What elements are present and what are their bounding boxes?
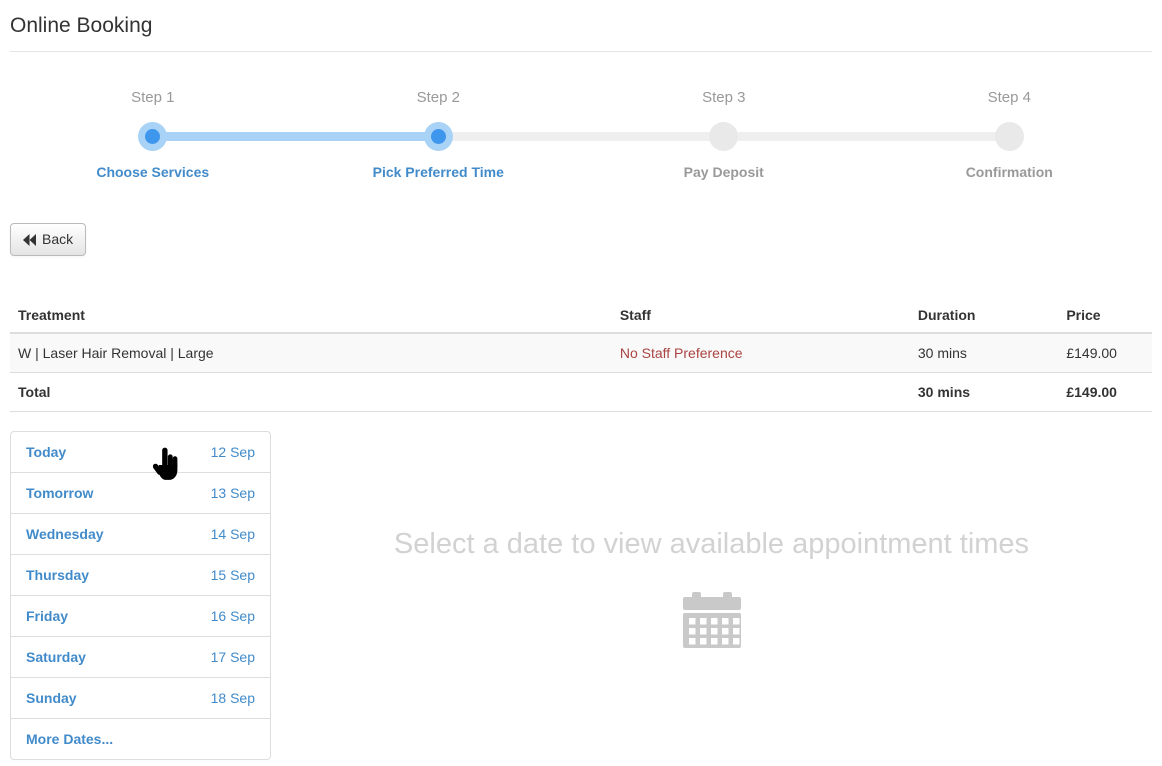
progress-segment-2 (438, 132, 724, 141)
step-title-pick-preferred-time: Pick Preferred Time (296, 164, 582, 180)
column-header-treatment: Treatment (10, 298, 612, 333)
date-value-label: 14 Sep (211, 526, 255, 542)
treatment-cell: W | Laser Hair Removal | Large (10, 333, 612, 373)
step-title-pay-deposit: Pay Deposit (581, 164, 867, 180)
step-dot-pick-preferred-time (424, 122, 453, 151)
duration-cell: 30 mins (910, 333, 1058, 373)
date-list: Today 12 Sep Tomorrow 13 Sep Wednesday 14 Sep… (10, 431, 271, 760)
date-day-label: Sunday (26, 690, 77, 706)
step-number-label: Step 1 (10, 89, 296, 106)
step-dot-confirmation (995, 122, 1024, 151)
page-title: Online Booking (10, 0, 1152, 38)
back-button-label: Back (42, 230, 73, 249)
date-row-sunday[interactable]: Sunday 18 Sep (11, 677, 270, 718)
step-title-choose-services: Choose Services (10, 164, 296, 180)
date-row-thursday[interactable]: Thursday 15 Sep (11, 554, 270, 595)
date-value-label: 13 Sep (211, 485, 255, 501)
staff-cell: No Staff Preference (612, 333, 910, 373)
date-day-label: Tomorrow (26, 485, 93, 501)
step-title-confirmation: Confirmation (867, 164, 1153, 180)
total-price-cell: £149.00 (1058, 373, 1152, 412)
price-cell: £149.00 (1058, 333, 1152, 373)
date-value-label: 16 Sep (211, 608, 255, 624)
more-dates-link[interactable]: More Dates... (11, 718, 270, 759)
step-number-label: Step 3 (581, 89, 867, 106)
date-day-label: Wednesday (26, 526, 104, 542)
column-header-duration: Duration (910, 298, 1058, 333)
date-value-label: 12 Sep (211, 444, 255, 460)
back-button[interactable]: Back (10, 223, 86, 256)
date-value-label: 15 Sep (211, 567, 255, 583)
more-dates-label: More Dates... (26, 731, 113, 747)
date-row-tomorrow[interactable]: Tomorrow 13 Sep (11, 472, 270, 513)
calendar-icon (271, 592, 1152, 651)
booking-summary-table: TreatmentStaffDurationPrice W | Laser Ha… (10, 298, 1152, 412)
progress-steps: Step 1 Choose Services Step 2 Pick Preferre… (10, 89, 1152, 181)
step-number-label: Step 4 (867, 89, 1153, 106)
date-row-friday[interactable]: Friday 16 Sep (11, 595, 270, 636)
step-number-label: Step 2 (296, 89, 582, 106)
total-row: Total 30 mins£149.00 (10, 373, 1152, 412)
select-date-message: Select a date to view available appointm… (271, 528, 1152, 561)
step-dot-choose-services (138, 122, 167, 151)
appointment-times-panel: Select a date to view available appointm… (271, 431, 1152, 651)
progress-segment-3 (724, 132, 1010, 141)
progress-segment-1 (153, 132, 439, 141)
date-row-wednesday[interactable]: Wednesday 14 Sep (11, 513, 270, 554)
step-dot-pay-deposit (709, 122, 738, 151)
date-day-label: Thursday (26, 567, 89, 583)
date-value-label: 18 Sep (211, 690, 255, 706)
total-label-cell: Total (10, 373, 612, 412)
title-divider (10, 51, 1152, 52)
date-day-label: Saturday (26, 649, 86, 665)
date-row-today[interactable]: Today 12 Sep (11, 432, 270, 472)
fast-backward-icon (23, 234, 42, 246)
column-header-staff: Staff (612, 298, 910, 333)
online-booking-page: Online Booking Step 1Choose ServicesStep… (0, 0, 1162, 760)
time-selection-section: Today 12 Sep Tomorrow 13 Sep Wednesday 14 Sep… (10, 431, 1152, 760)
summary-header-row: TreatmentStaffDurationPrice (10, 298, 1152, 333)
total-duration-cell: 30 mins (910, 373, 1058, 412)
date-day-label: Friday (26, 608, 68, 624)
treatment-row: W | Laser Hair Removal | LargeNo Staff P… (10, 333, 1152, 373)
date-day-label: Today (26, 444, 66, 460)
date-row-saturday[interactable]: Saturday 17 Sep (11, 636, 270, 677)
summary-body: W | Laser Hair Removal | LargeNo Staff P… (10, 333, 1152, 412)
total-staff-cell (612, 373, 910, 412)
column-header-price: Price (1058, 298, 1152, 333)
date-value-label: 17 Sep (211, 649, 255, 665)
